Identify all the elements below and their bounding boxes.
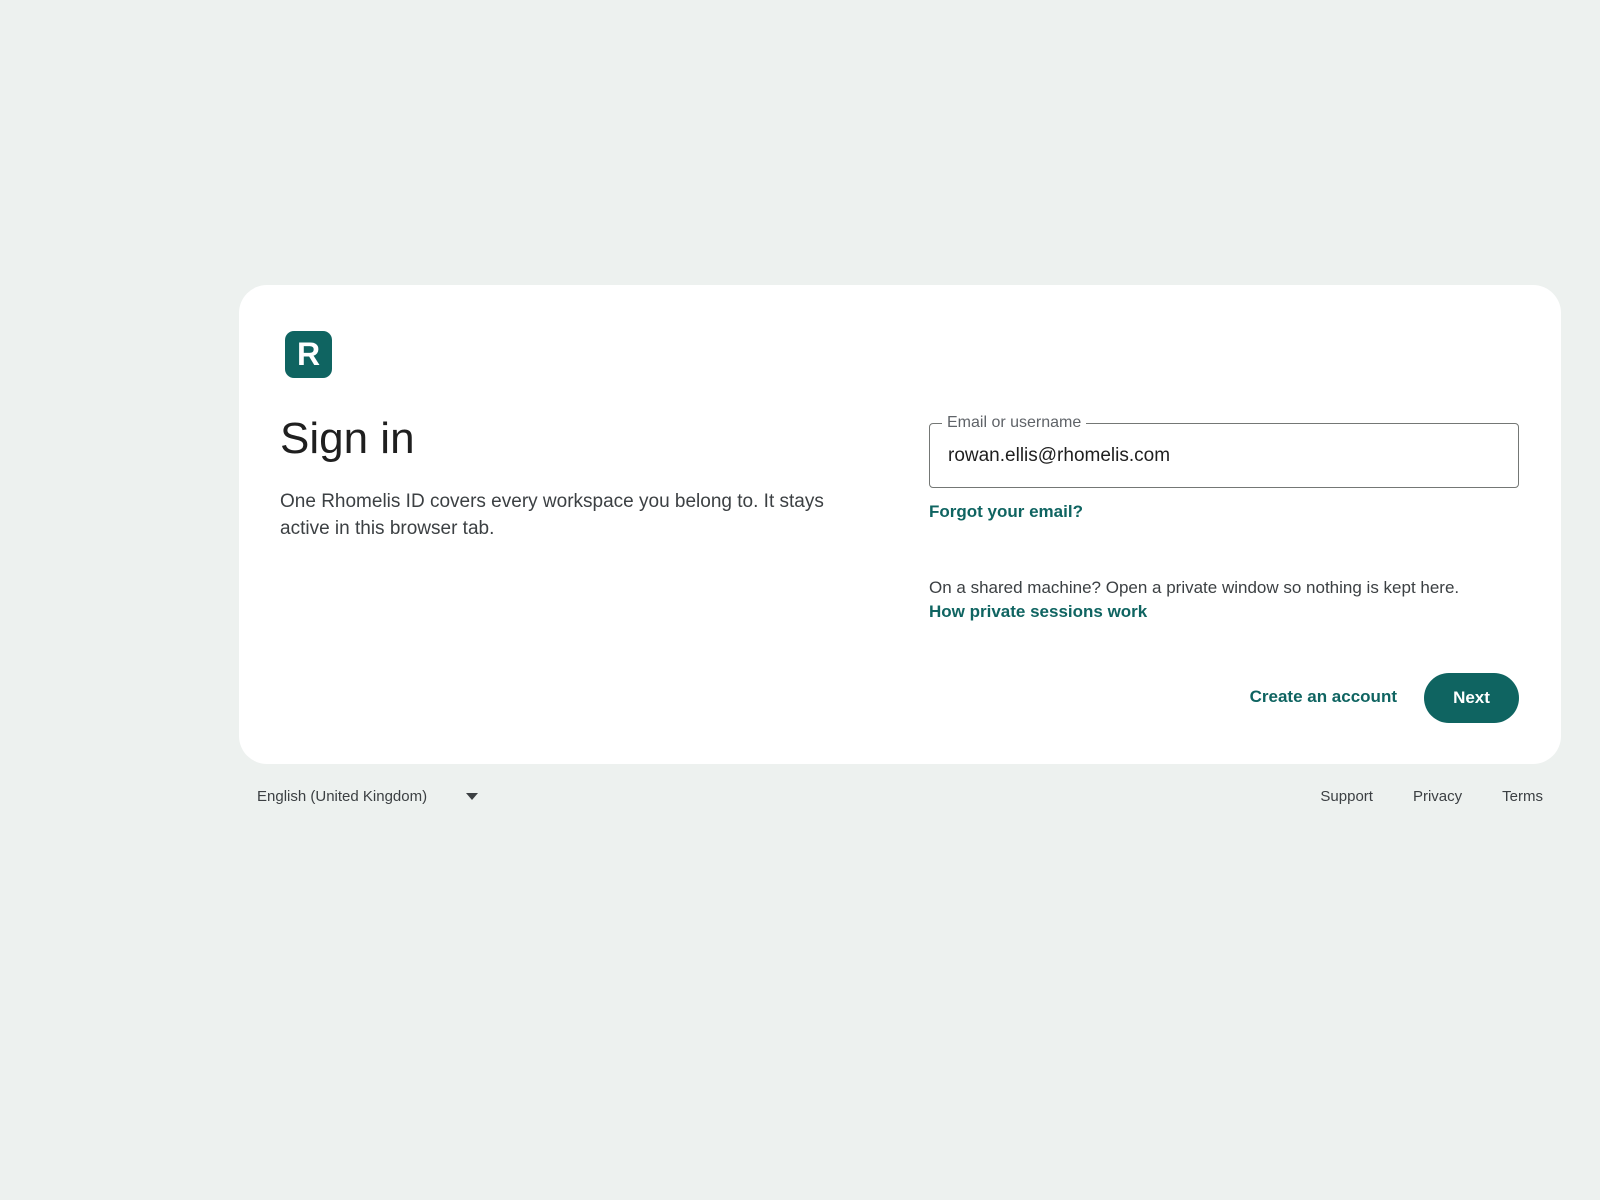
page-title: Sign in (280, 414, 415, 463)
footer-links: Support Privacy Terms (1320, 788, 1543, 805)
support-link[interactable]: Support (1320, 788, 1373, 805)
email-input[interactable] (948, 424, 1498, 487)
signin-card: R Sign in One Rhomelis ID covers every w… (239, 285, 1561, 764)
privacy-link[interactable]: Privacy (1413, 788, 1462, 805)
brand-logo: R (285, 331, 332, 378)
signin-description: One Rhomelis ID covers every workspace y… (280, 491, 824, 539)
email-field[interactable]: Email or username (929, 414, 1519, 488)
shared-machine-notice: On a shared machine? Open a private wind… (929, 578, 1460, 597)
language-selector-value: English (United Kingdom) (257, 788, 428, 805)
terms-link[interactable]: Terms (1502, 788, 1543, 805)
page-footer: English (United Kingdom) Support Privacy… (239, 788, 1561, 814)
next-button[interactable]: Next (1424, 673, 1519, 723)
create-account-button[interactable]: Create an account (1250, 687, 1397, 707)
private-sessions-link[interactable]: How private sessions work (929, 602, 1147, 622)
caret-down-icon (466, 793, 479, 800)
language-selector[interactable]: English (United Kingdom) (257, 788, 479, 805)
forgot-email-link[interactable]: Forgot your email? (929, 502, 1083, 522)
